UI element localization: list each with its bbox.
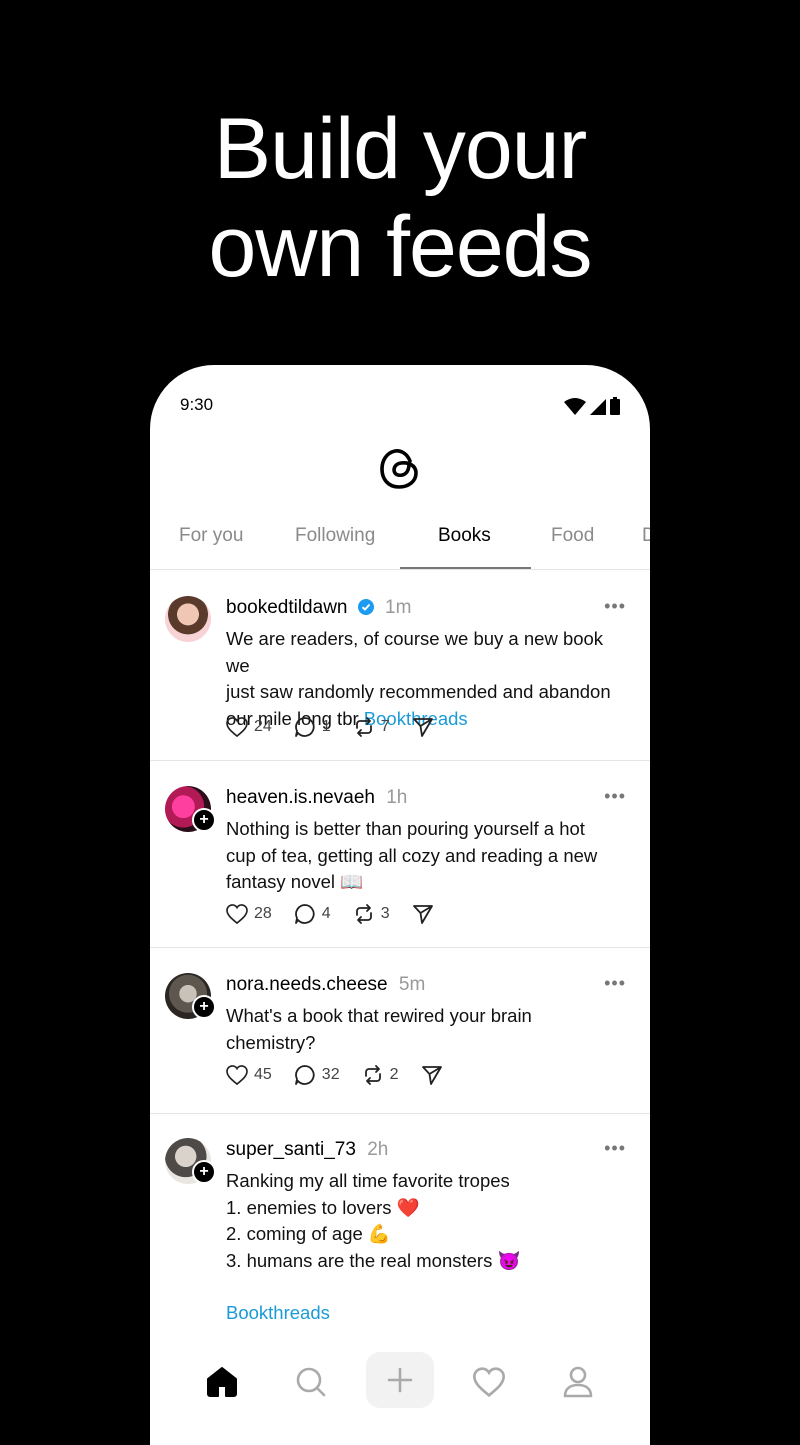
repost-count: 2: [389, 1066, 399, 1083]
username[interactable]: heaven.is.nevaeh: [226, 787, 375, 808]
share-button[interactable]: [412, 716, 440, 738]
post-text-line: 1. enemies to lovers ❤️: [226, 1196, 420, 1218]
post[interactable]: + super_santi_73 2h ••• Ranking my all t…: [150, 1114, 650, 1340]
active-tab-indicator: [400, 567, 531, 569]
share-button[interactable]: [421, 1064, 449, 1086]
avatar[interactable]: [165, 596, 211, 642]
more-options-icon[interactable]: •••: [604, 973, 626, 994]
post[interactable]: + nora.needs.cheese 5m ••• What's a book…: [150, 948, 650, 1114]
like-button[interactable]: 24: [226, 717, 272, 737]
phone-screen: 9:30 For you Following Books Food D book…: [150, 365, 650, 1445]
threads-logo-icon[interactable]: [376, 445, 424, 493]
like-count: 24: [254, 718, 272, 735]
share-button[interactable]: [412, 903, 440, 925]
status-time: 9:30: [180, 395, 214, 414]
post-text: What's a book that rewired your brain ch…: [226, 1003, 631, 1056]
feed-tabs: For you Following Books Food D: [150, 517, 650, 570]
reply-button[interactable]: 32: [294, 1064, 340, 1086]
follow-plus-icon[interactable]: +: [192, 808, 216, 832]
search-icon[interactable]: [289, 1360, 333, 1404]
repost-button[interactable]: 2: [362, 1064, 399, 1086]
post[interactable]: + heaven.is.nevaeh 1h ••• Nothing is bet…: [150, 761, 650, 948]
verified-badge-icon: [357, 599, 374, 615]
reply-button[interactable]: 4: [294, 903, 331, 925]
post-text-line: chemistry?: [226, 1031, 316, 1053]
follow-plus-icon[interactable]: +: [192, 995, 216, 1019]
like-button[interactable]: 45: [226, 1065, 272, 1085]
follow-plus-icon[interactable]: +: [192, 1160, 216, 1184]
post-text-line: fantasy novel 📖: [226, 871, 364, 892]
username[interactable]: bookedtildawn: [226, 597, 347, 618]
reply-count: 32: [321, 1066, 340, 1083]
repost-icon: [364, 1065, 381, 1085]
repost-count: 7: [380, 718, 390, 735]
repost-icon: [355, 904, 372, 924]
post-text-line: We are readers, of course we buy a new b…: [226, 628, 604, 676]
username[interactable]: nora.needs.cheese: [226, 974, 388, 995]
battery-icon: [610, 397, 620, 415]
signal-icon: [590, 399, 606, 415]
tab-books[interactable]: Books: [438, 525, 491, 547]
heart-icon: [226, 904, 248, 924]
compose-icon: [387, 1367, 413, 1393]
tab-for-you[interactable]: For you: [179, 525, 243, 547]
tab-following[interactable]: Following: [295, 525, 375, 547]
post-actions: 28 4 3: [226, 903, 462, 925]
tab-more[interactable]: D: [642, 525, 650, 547]
heart-icon: [226, 717, 248, 737]
headline-line-2: own feeds: [208, 199, 592, 295]
post[interactable]: bookedtildawn 1m ••• We are readers, of …: [150, 570, 650, 761]
like-count: 45: [254, 1066, 272, 1083]
topic-link[interactable]: Bookthreads: [226, 1300, 631, 1327]
post-time: 2h: [367, 1139, 389, 1160]
reply-icon: [294, 1065, 315, 1085]
wifi-icon: [564, 398, 586, 415]
share-icon: [412, 905, 433, 924]
share-icon: [421, 1066, 442, 1085]
post-actions: 24 1 7: [226, 716, 462, 738]
tab-food[interactable]: Food: [551, 525, 594, 547]
reply-count: 4: [321, 905, 331, 922]
bottom-nav: [150, 1340, 650, 1422]
post-text-line: cup of tea, getting all cozy and reading…: [226, 844, 598, 866]
reply-button[interactable]: 1: [294, 716, 331, 738]
post-actions: 45 32 2: [226, 1064, 471, 1086]
post-text-line: just saw randomly recommended and abando…: [226, 681, 611, 702]
feed: bookedtildawn 1m ••• We are readers, of …: [150, 570, 650, 1340]
repost-button[interactable]: 3: [353, 903, 390, 925]
post-text-line: Nothing is better than pouring yourself …: [226, 818, 585, 839]
more-options-icon[interactable]: •••: [604, 1138, 626, 1159]
like-count: 28: [254, 905, 272, 922]
status-icons: [564, 397, 620, 415]
post-text-line: Ranking my all time favorite tropes: [226, 1170, 510, 1191]
repost-button[interactable]: 7: [353, 716, 390, 738]
like-button[interactable]: 28: [226, 904, 272, 924]
repost-icon: [355, 717, 372, 737]
share-icon: [412, 718, 433, 737]
post-text-line: 3. humans are the real monsters 😈: [226, 1249, 521, 1271]
compose-button[interactable]: [366, 1352, 434, 1408]
post-time: 1h: [386, 787, 408, 808]
more-options-icon[interactable]: •••: [604, 596, 626, 617]
post-text-line: What's a book that rewired your brain: [226, 1005, 532, 1026]
reply-icon: [294, 904, 315, 924]
headline: Build your own feeds: [0, 100, 800, 296]
post-text-line: 2. coming of age 💪: [226, 1223, 391, 1244]
status-bar: 9:30: [150, 365, 650, 445]
profile-icon[interactable]: [556, 1360, 600, 1404]
post-time: 1m: [385, 597, 412, 618]
reply-icon: [294, 717, 315, 737]
post-text: Ranking my all time favorite tropes 1. e…: [226, 1168, 631, 1327]
reply-count: 1: [321, 718, 331, 735]
post-time: 5m: [398, 974, 426, 995]
home-icon[interactable]: [200, 1360, 244, 1404]
headline-line-1: Build your: [213, 101, 587, 197]
more-options-icon[interactable]: •••: [604, 786, 626, 807]
heart-icon: [226, 1065, 248, 1085]
username[interactable]: super_santi_73: [226, 1139, 356, 1160]
activity-icon[interactable]: [467, 1360, 511, 1404]
post-text: Nothing is better than pouring yourself …: [226, 816, 631, 896]
repost-count: 3: [380, 905, 390, 922]
